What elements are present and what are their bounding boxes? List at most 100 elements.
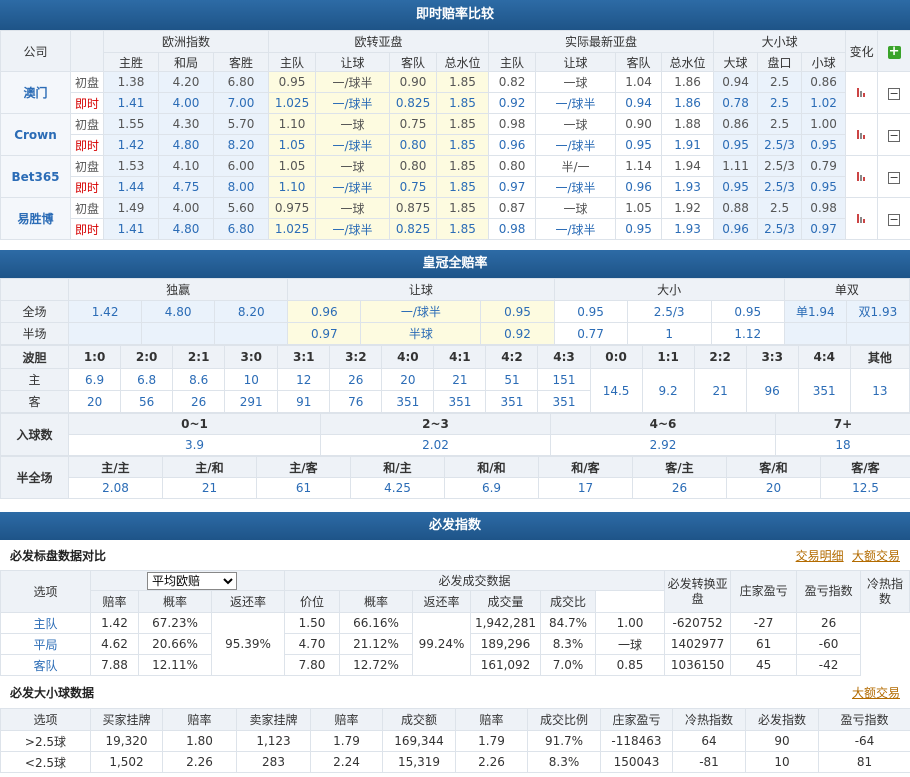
crown-half-odds: 0.97 <box>287 322 362 345</box>
odds-cell: 2.5 <box>757 113 803 135</box>
odds-cell: 0.825 <box>389 92 438 114</box>
group-header: 欧转亚盘 <box>268 30 490 53</box>
goals-label: 入球数 <box>0 413 69 456</box>
cs-home-odds: 26 <box>329 368 383 391</box>
ou-cell: 1,502 <box>90 751 163 773</box>
ou-header: 卖家挂牌 <box>236 708 311 731</box>
minus-icon[interactable]: − <box>888 213 901 226</box>
minus-icon[interactable]: − <box>888 171 901 184</box>
option-link[interactable]: 主队 <box>0 612 91 634</box>
sub-header: 主胜 <box>103 52 159 72</box>
bar-chart-icon[interactable] <box>856 129 867 139</box>
odds-cell: 0.98 <box>801 197 847 219</box>
sub-header: 客队 <box>615 52 663 72</box>
add-all-button[interactable]: + <box>877 30 910 72</box>
odds-cell: 一球 <box>535 113 617 135</box>
odds-cell: 0.79 <box>801 155 847 177</box>
option-link[interactable]: 客队 <box>0 654 91 676</box>
odds-cell: 1.05 <box>615 197 663 219</box>
odds-cell: 1.85 <box>436 92 490 114</box>
odds-cell: 1.85 <box>436 71 490 93</box>
crown-half-odds: 1 <box>626 322 712 345</box>
odds-cell: 一/球半 <box>315 176 391 198</box>
cs-header: 1:0 <box>68 345 122 369</box>
crown-half-odds: 半球 <box>360 322 482 345</box>
ou-cell: 19,320 <box>90 730 163 752</box>
trend-chart-button[interactable] <box>845 155 879 198</box>
betfair-cell: 1.50 <box>284 612 340 634</box>
cs-header: 3:1 <box>277 345 331 369</box>
price-header: 价位 <box>284 590 340 613</box>
option-link[interactable]: 平局 <box>0 633 91 655</box>
odds-cell: 0.95 <box>615 134 663 156</box>
cs-away-odds: 351 <box>381 390 435 413</box>
option-header: 选项 <box>0 570 91 613</box>
collapse-button[interactable]: − <box>877 197 910 240</box>
odds-cell: 0.90 <box>389 71 438 93</box>
oddeven-header: 单双 <box>783 278 910 301</box>
crown-full-odds: 双1.93 <box>845 300 910 323</box>
odds-cell: 一球 <box>315 113 391 135</box>
crown-half-odds <box>141 322 216 345</box>
odds-cell: 6.00 <box>212 155 270 177</box>
ou-cell: 10 <box>745 751 819 773</box>
odds-cell: 一球 <box>315 197 391 219</box>
odds-cell: 2.5/3 <box>757 134 803 156</box>
odds-cell: 一/球半 <box>535 176 617 198</box>
trade-detail-link[interactable]: 交易明细 <box>796 549 844 563</box>
return-rate: 95.39% <box>211 612 285 676</box>
company-name[interactable]: 澳门 <box>0 71 71 114</box>
sub-header: 客队 <box>389 52 438 72</box>
pl-header: 盈亏指数 <box>796 570 862 613</box>
crown-full-odds: 4.80 <box>141 300 216 323</box>
minus-icon[interactable]: − <box>888 87 901 100</box>
betfair-cell: 1.42 <box>90 612 139 634</box>
odds-cell: 0.95 <box>268 71 317 93</box>
betfair-std-table: 选项 平均欧赔 必发成交数据 必发转换亚盘 庄家盈亏 盈亏指数 冷热指数 赔率 … <box>0 570 910 676</box>
cs-header: 4:4 <box>797 345 851 369</box>
big-trade-link[interactable]: 大额交易 <box>852 549 900 563</box>
odds-type-label: 初盘 <box>70 71 104 93</box>
cs-home-odds: 6.9 <box>68 368 122 391</box>
collapse-button[interactable]: − <box>877 71 910 114</box>
bar-chart-icon[interactable] <box>856 87 867 97</box>
odds-cell: 4.80 <box>158 218 214 240</box>
company-name[interactable]: Crown <box>0 113 71 156</box>
trend-chart-button[interactable] <box>845 71 879 114</box>
collapse-button[interactable]: − <box>877 113 910 156</box>
odds-cell: 1.42 <box>103 134 159 156</box>
minus-icon[interactable]: − <box>888 129 901 142</box>
bar-chart-icon[interactable] <box>856 213 867 223</box>
collapse-button[interactable]: − <box>877 155 910 198</box>
ou-header: 赔率 <box>310 708 383 731</box>
bar-chart-icon[interactable] <box>856 171 867 181</box>
betfair-section: 必发指数 必发标盘数据对比 交易明细 大额交易 选项 平均欧赔 必发成交数据 必… <box>0 512 910 773</box>
crown-full-odds: 2.5/3 <box>626 300 712 323</box>
odds-source-select[interactable]: 平均欧赔 <box>147 571 237 590</box>
trend-chart-button[interactable] <box>845 197 879 240</box>
betfair-cell: -620752 <box>664 612 732 634</box>
sub-header: 主队 <box>268 52 317 72</box>
full-time-label: 全场 <box>0 300 70 323</box>
plus-icon[interactable]: + <box>887 45 901 59</box>
odds-cell: 0.78 <box>713 92 759 114</box>
odds-cell: 1.41 <box>103 92 159 114</box>
ou-header: 买家挂牌 <box>90 708 163 731</box>
odds-cell: 1.91 <box>661 134 715 156</box>
goals-header: 4~6 <box>550 413 776 435</box>
betfair-cell: 7.80 <box>284 654 340 676</box>
crown-full-odds: 0.96 <box>287 300 362 323</box>
crown-full-odds: 一/球半 <box>360 300 482 323</box>
company-name[interactable]: Bet365 <box>0 155 71 198</box>
odds-cell: 一/球半 <box>535 134 617 156</box>
betfair-cell: 7.0% <box>540 654 596 676</box>
trend-chart-button[interactable] <box>845 113 879 156</box>
ou-header: 成交额 <box>382 708 456 731</box>
goals-odds: 3.9 <box>68 434 321 456</box>
ou-header: 必发指数 <box>745 708 819 731</box>
odds-cell: 0.80 <box>389 134 438 156</box>
ou-header: 盈亏指数 <box>818 708 910 731</box>
cs-away-odds: 291 <box>224 390 279 413</box>
company-name[interactable]: 易胜博 <box>0 197 71 240</box>
big-trade-link-ou[interactable]: 大额交易 <box>852 684 900 701</box>
